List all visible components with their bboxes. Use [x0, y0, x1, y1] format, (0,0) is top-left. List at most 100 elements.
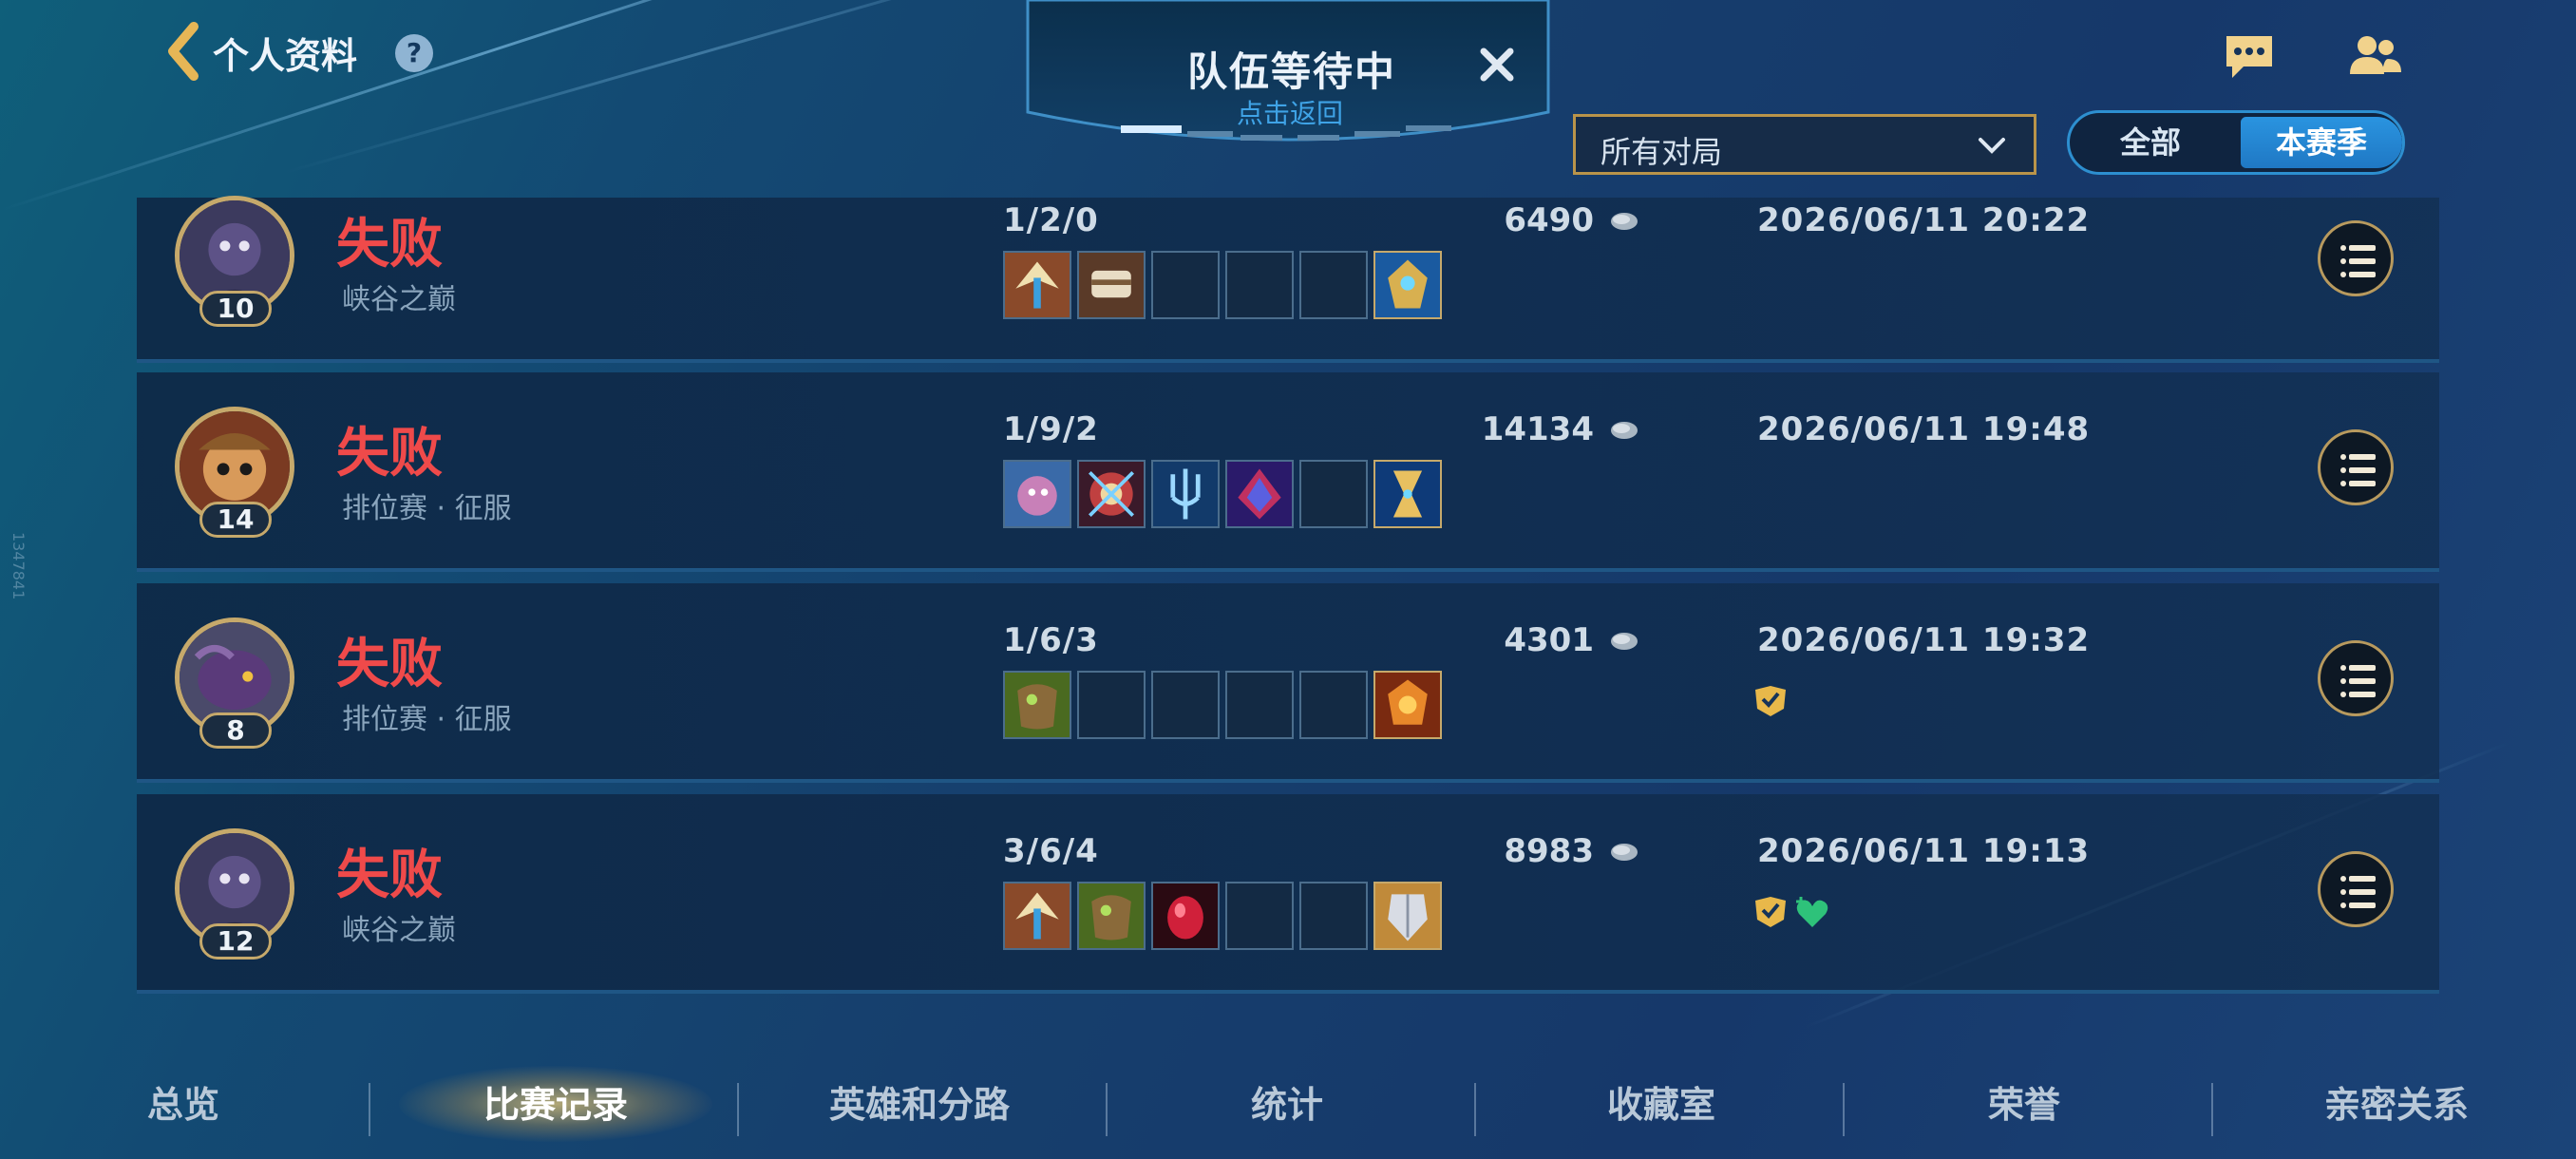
- kda-score: 1/6/3: [1003, 621, 1099, 659]
- page-title: 个人资料: [213, 35, 358, 77]
- item-slot-empty: [1151, 671, 1220, 739]
- coin-icon: [1611, 422, 1638, 439]
- item-slot: [1077, 882, 1146, 950]
- queue-title: 队伍等待中: [1187, 48, 1397, 95]
- tab-statistics[interactable]: 统计: [1246, 1075, 1328, 1128]
- item-slot-empty: [1299, 882, 1368, 950]
- item-slot: [1077, 460, 1146, 528]
- filter-selected-value: 所有对局: [1601, 134, 1723, 170]
- match-row[interactable]: 12 失败 峡谷之巅 3/6/4 8983 2026/06/11 19:13: [137, 794, 2439, 994]
- match-mode: 峡谷之巅: [342, 914, 456, 947]
- item-build: [1003, 251, 1442, 319]
- match-mode: 峡谷之巅: [342, 283, 456, 316]
- match-date: 2026/06/11 19:32: [1757, 621, 2091, 659]
- match-date: 2026/06/11 19:13: [1757, 832, 2091, 870]
- list-icon: [2340, 665, 2376, 697]
- tab-divider: [1106, 1083, 1108, 1136]
- match-result: 失败: [336, 422, 443, 484]
- item-slot-empty: [1077, 671, 1146, 739]
- item-slot: [1003, 671, 1071, 739]
- help-icon[interactable]: ?: [395, 34, 433, 72]
- item-slot-empty: [1225, 671, 1294, 739]
- tab-heroes-lanes[interactable]: 英雄和分路: [824, 1075, 1014, 1128]
- gold-badge-icon: [1755, 686, 1786, 716]
- tab-relationships[interactable]: 亲密关系: [2316, 1075, 2477, 1128]
- heal-heart-icon: [1796, 897, 1828, 927]
- bottom-navigation: 总览 比赛记录 英雄和分路 统计 收藏室 荣誉 亲密关系: [0, 1054, 2576, 1159]
- item-slot: [1003, 251, 1071, 319]
- back-arrow-icon: [168, 22, 199, 81]
- item-build: [1003, 671, 1442, 739]
- tab-divider: [737, 1083, 739, 1136]
- item-slot-empty: [1225, 882, 1294, 950]
- trinket-slot: [1373, 460, 1442, 528]
- chat-icon[interactable]: [2221, 30, 2278, 84]
- item-slot: [1151, 882, 1220, 950]
- chevron-down-icon: [1979, 138, 2005, 154]
- match-result: 失败: [336, 213, 443, 276]
- item-slot-empty: [1299, 251, 1368, 319]
- match-row[interactable]: 10 失败 峡谷之巅 1/2/0 6490 2026/06/11 20:22: [137, 196, 2439, 363]
- item-slot-empty: [1225, 251, 1294, 319]
- item-slot: [1151, 460, 1220, 528]
- gold-amount: 4301: [1504, 621, 1594, 659]
- hero-level-badge: 14: [199, 502, 272, 538]
- item-build: [1003, 460, 1442, 528]
- item-slot: [1077, 251, 1146, 319]
- list-icon: [2340, 876, 2376, 908]
- coin-icon: [1611, 633, 1638, 650]
- background-streak: [0, 0, 994, 212]
- gold-amount: 14134: [1481, 410, 1594, 448]
- match-result: 失败: [336, 633, 443, 695]
- item-slot: [1225, 460, 1294, 528]
- tab-divider: [1474, 1083, 1476, 1136]
- coin-icon: [1611, 213, 1638, 230]
- item-slot: [1003, 460, 1071, 528]
- tab-collection[interactable]: 收藏室: [1600, 1075, 1723, 1128]
- season-toggle[interactable]: 全部 本赛季: [2067, 110, 2405, 175]
- tab-honors[interactable]: 荣誉: [1983, 1075, 2065, 1128]
- tab-divider: [369, 1083, 370, 1136]
- hero-level-badge: 8: [199, 712, 272, 749]
- item-slot-empty: [1299, 671, 1368, 739]
- back-button[interactable]: [163, 21, 201, 82]
- match-detail-button[interactable]: [2318, 640, 2394, 716]
- item-slot-empty: [1151, 251, 1220, 319]
- gold-badge-icon: [1755, 897, 1786, 927]
- side-watermark: 1347841: [9, 532, 28, 600]
- match-filter-dropdown[interactable]: 所有对局: [1573, 114, 2036, 175]
- match-mode: 排位赛 · 征服: [342, 492, 512, 525]
- item-build: [1003, 882, 1442, 950]
- kda-score: 1/2/0: [1003, 201, 1099, 239]
- trinket-slot: [1373, 882, 1442, 950]
- list-icon: [2340, 454, 2376, 486]
- match-result: 失败: [336, 844, 443, 906]
- trinket-slot: [1373, 251, 1442, 319]
- queue-status-panel[interactable]: 队伍等待中 点击返回: [1026, 0, 1550, 152]
- match-mode: 排位赛 · 征服: [342, 703, 512, 736]
- background-streak: [284, 0, 1108, 174]
- hero-level-badge: 12: [199, 923, 272, 960]
- match-date: 2026/06/11 20:22: [1757, 201, 2091, 239]
- item-slot: [1003, 882, 1071, 950]
- hero-level-badge: 10: [199, 291, 272, 327]
- toggle-current-season[interactable]: 本赛季: [2241, 117, 2402, 168]
- gold-amount: 8983: [1504, 832, 1594, 870]
- match-detail-button[interactable]: [2318, 851, 2394, 927]
- match-date: 2026/06/11 19:48: [1757, 410, 2091, 448]
- close-icon[interactable]: [1474, 42, 1520, 87]
- kda-score: 1/9/2: [1003, 410, 1099, 448]
- queue-return-link[interactable]: 点击返回: [1237, 93, 1343, 131]
- match-detail-button[interactable]: [2318, 429, 2394, 505]
- toggle-all[interactable]: 全部: [2070, 113, 2231, 172]
- list-icon: [2340, 245, 2376, 277]
- tab-divider: [1843, 1083, 1845, 1136]
- coin-icon: [1611, 844, 1638, 861]
- match-row[interactable]: 14 失败 排位赛 · 征服 1/9/2 14134 2026/06/11 19…: [137, 372, 2439, 572]
- tab-overview[interactable]: 总览: [142, 1075, 224, 1128]
- match-detail-button[interactable]: [2318, 220, 2394, 296]
- tab-match-history[interactable]: 比赛记录: [475, 1075, 636, 1128]
- friends-icon[interactable]: [2346, 30, 2403, 84]
- match-row[interactable]: 8 失败 排位赛 · 征服 1/6/3 4301 2026/06/11 19:3…: [137, 583, 2439, 783]
- gold-amount: 6490: [1504, 201, 1594, 239]
